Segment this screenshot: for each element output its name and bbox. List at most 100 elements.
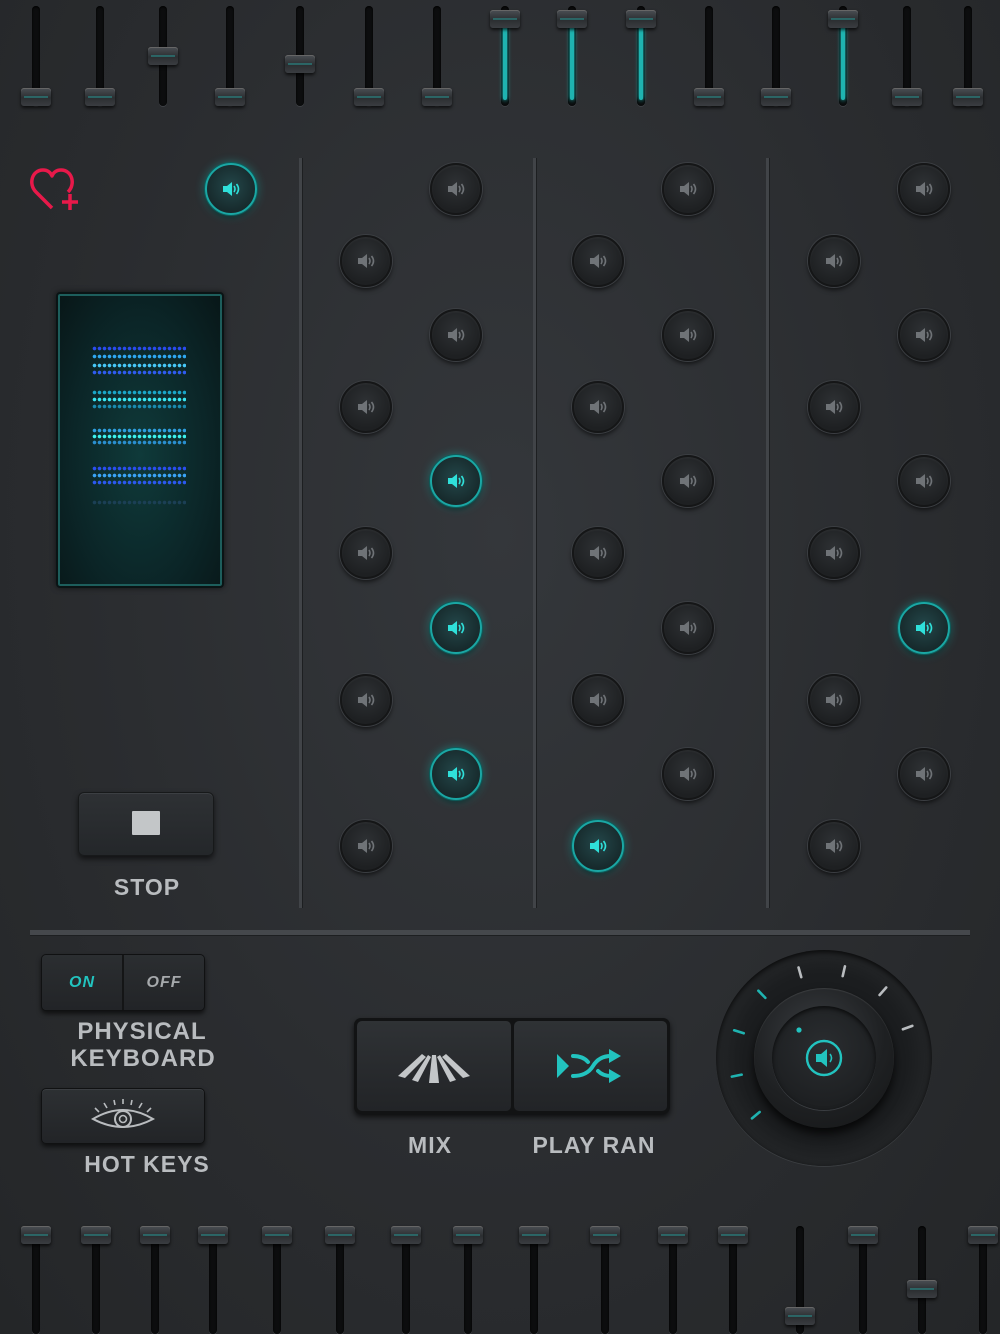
sound-pad-button[interactable] [808, 820, 860, 872]
fader-handle[interactable] [21, 1226, 51, 1244]
sound-pad-button[interactable] [572, 820, 624, 872]
volume-fader[interactable] [626, 6, 656, 106]
heart-plus-icon[interactable] [30, 164, 84, 214]
sound-pad-button[interactable] [662, 163, 714, 215]
fader-handle[interactable] [590, 1226, 620, 1244]
sound-pad-button[interactable] [898, 455, 950, 507]
fader-handle[interactable] [148, 47, 178, 65]
fader-handle[interactable] [968, 1226, 998, 1244]
volume-fader[interactable] [718, 1222, 748, 1334]
volume-fader[interactable] [21, 1222, 51, 1334]
volume-fader[interactable] [848, 1222, 878, 1334]
sound-pad-button[interactable] [340, 235, 392, 287]
sound-pad-button[interactable] [898, 309, 950, 361]
sound-pad-button[interactable] [808, 235, 860, 287]
volume-fader[interactable] [21, 6, 51, 106]
fader-handle[interactable] [953, 88, 983, 106]
volume-fader[interactable] [953, 6, 983, 106]
sound-pad-button[interactable] [430, 602, 482, 654]
fader-handle[interactable] [761, 88, 791, 106]
fader-handle[interactable] [262, 1226, 292, 1244]
fader-handle[interactable] [519, 1226, 549, 1244]
sound-pad-button[interactable] [572, 527, 624, 579]
volume-fader[interactable] [215, 6, 245, 106]
sound-pad-button[interactable] [662, 455, 714, 507]
fader-handle[interactable] [557, 10, 587, 29]
volume-fader[interactable] [354, 6, 384, 106]
volume-fader[interactable] [590, 1222, 620, 1334]
play-random-button[interactable] [513, 1021, 667, 1111]
keyboard-off-option[interactable]: OFF [124, 955, 204, 1010]
sound-pad-button[interactable] [808, 381, 860, 433]
sound-pad-button[interactable] [662, 309, 714, 361]
volume-knob[interactable] [754, 988, 894, 1128]
sound-pad-button[interactable] [662, 748, 714, 800]
fader-handle[interactable] [453, 1226, 483, 1244]
sound-pad-button[interactable] [430, 163, 482, 215]
fader-handle[interactable] [490, 10, 520, 29]
fader-handle[interactable] [694, 88, 724, 106]
sound-pad-button[interactable] [430, 309, 482, 361]
stop-button[interactable] [78, 792, 214, 856]
volume-fader[interactable] [519, 1222, 549, 1334]
fader-handle[interactable] [907, 1280, 937, 1298]
volume-fader[interactable] [694, 6, 724, 106]
sound-pad-button[interactable] [572, 235, 624, 287]
mix-button[interactable] [357, 1021, 511, 1111]
fader-handle[interactable] [828, 10, 858, 29]
volume-fader[interactable] [148, 6, 178, 106]
volume-fader[interactable] [490, 6, 520, 106]
fader-handle[interactable] [85, 88, 115, 106]
volume-fader[interactable] [828, 6, 858, 106]
fader-handle[interactable] [391, 1226, 421, 1244]
fader-handle[interactable] [140, 1226, 170, 1244]
fader-handle[interactable] [325, 1226, 355, 1244]
volume-fader[interactable] [422, 6, 452, 106]
fader-handle[interactable] [285, 55, 315, 74]
sound-pad-button[interactable] [898, 602, 950, 654]
sound-pad-button[interactable] [340, 820, 392, 872]
hot-keys-button[interactable] [41, 1088, 205, 1144]
sound-pad-button[interactable] [572, 674, 624, 726]
sound-pad-button[interactable] [430, 748, 482, 800]
keyboard-on-option[interactable]: ON [42, 955, 124, 1010]
volume-fader[interactable] [658, 1222, 688, 1334]
sound-pad-button[interactable] [898, 748, 950, 800]
sound-pad-button[interactable] [340, 527, 392, 579]
sound-pad-button[interactable] [808, 527, 860, 579]
sound-pad-button[interactable] [662, 602, 714, 654]
volume-fader[interactable] [557, 6, 587, 106]
sound-pad-button[interactable] [572, 381, 624, 433]
volume-fader[interactable] [785, 1222, 815, 1334]
volume-fader[interactable] [453, 1222, 483, 1334]
volume-fader[interactable] [761, 6, 791, 106]
fader-handle[interactable] [626, 10, 656, 29]
sound-pad-button[interactable] [340, 381, 392, 433]
volume-fader[interactable] [285, 6, 315, 106]
volume-fader[interactable] [81, 1222, 111, 1334]
keyboard-toggle[interactable]: ON OFF [41, 954, 205, 1011]
sound-pad-button[interactable] [808, 674, 860, 726]
fader-handle[interactable] [785, 1307, 815, 1325]
sound-pad-button[interactable] [205, 163, 257, 215]
volume-fader[interactable] [85, 6, 115, 106]
sound-pad-button[interactable] [898, 163, 950, 215]
fader-handle[interactable] [422, 88, 452, 106]
volume-fader[interactable] [198, 1222, 228, 1334]
fader-handle[interactable] [848, 1226, 878, 1244]
sound-pad-button[interactable] [340, 674, 392, 726]
fader-handle[interactable] [21, 88, 51, 106]
fader-handle[interactable] [892, 88, 922, 106]
volume-fader[interactable] [391, 1222, 421, 1334]
sound-pad-button[interactable] [430, 455, 482, 507]
volume-fader[interactable] [262, 1222, 292, 1334]
fader-handle[interactable] [215, 88, 245, 106]
fader-handle[interactable] [198, 1226, 228, 1244]
fader-handle[interactable] [81, 1226, 111, 1244]
fader-handle[interactable] [718, 1226, 748, 1244]
fader-handle[interactable] [658, 1226, 688, 1244]
volume-knob-dial[interactable] [716, 950, 932, 1166]
volume-fader[interactable] [140, 1222, 170, 1334]
volume-fader[interactable] [907, 1222, 937, 1334]
fader-handle[interactable] [354, 88, 384, 106]
